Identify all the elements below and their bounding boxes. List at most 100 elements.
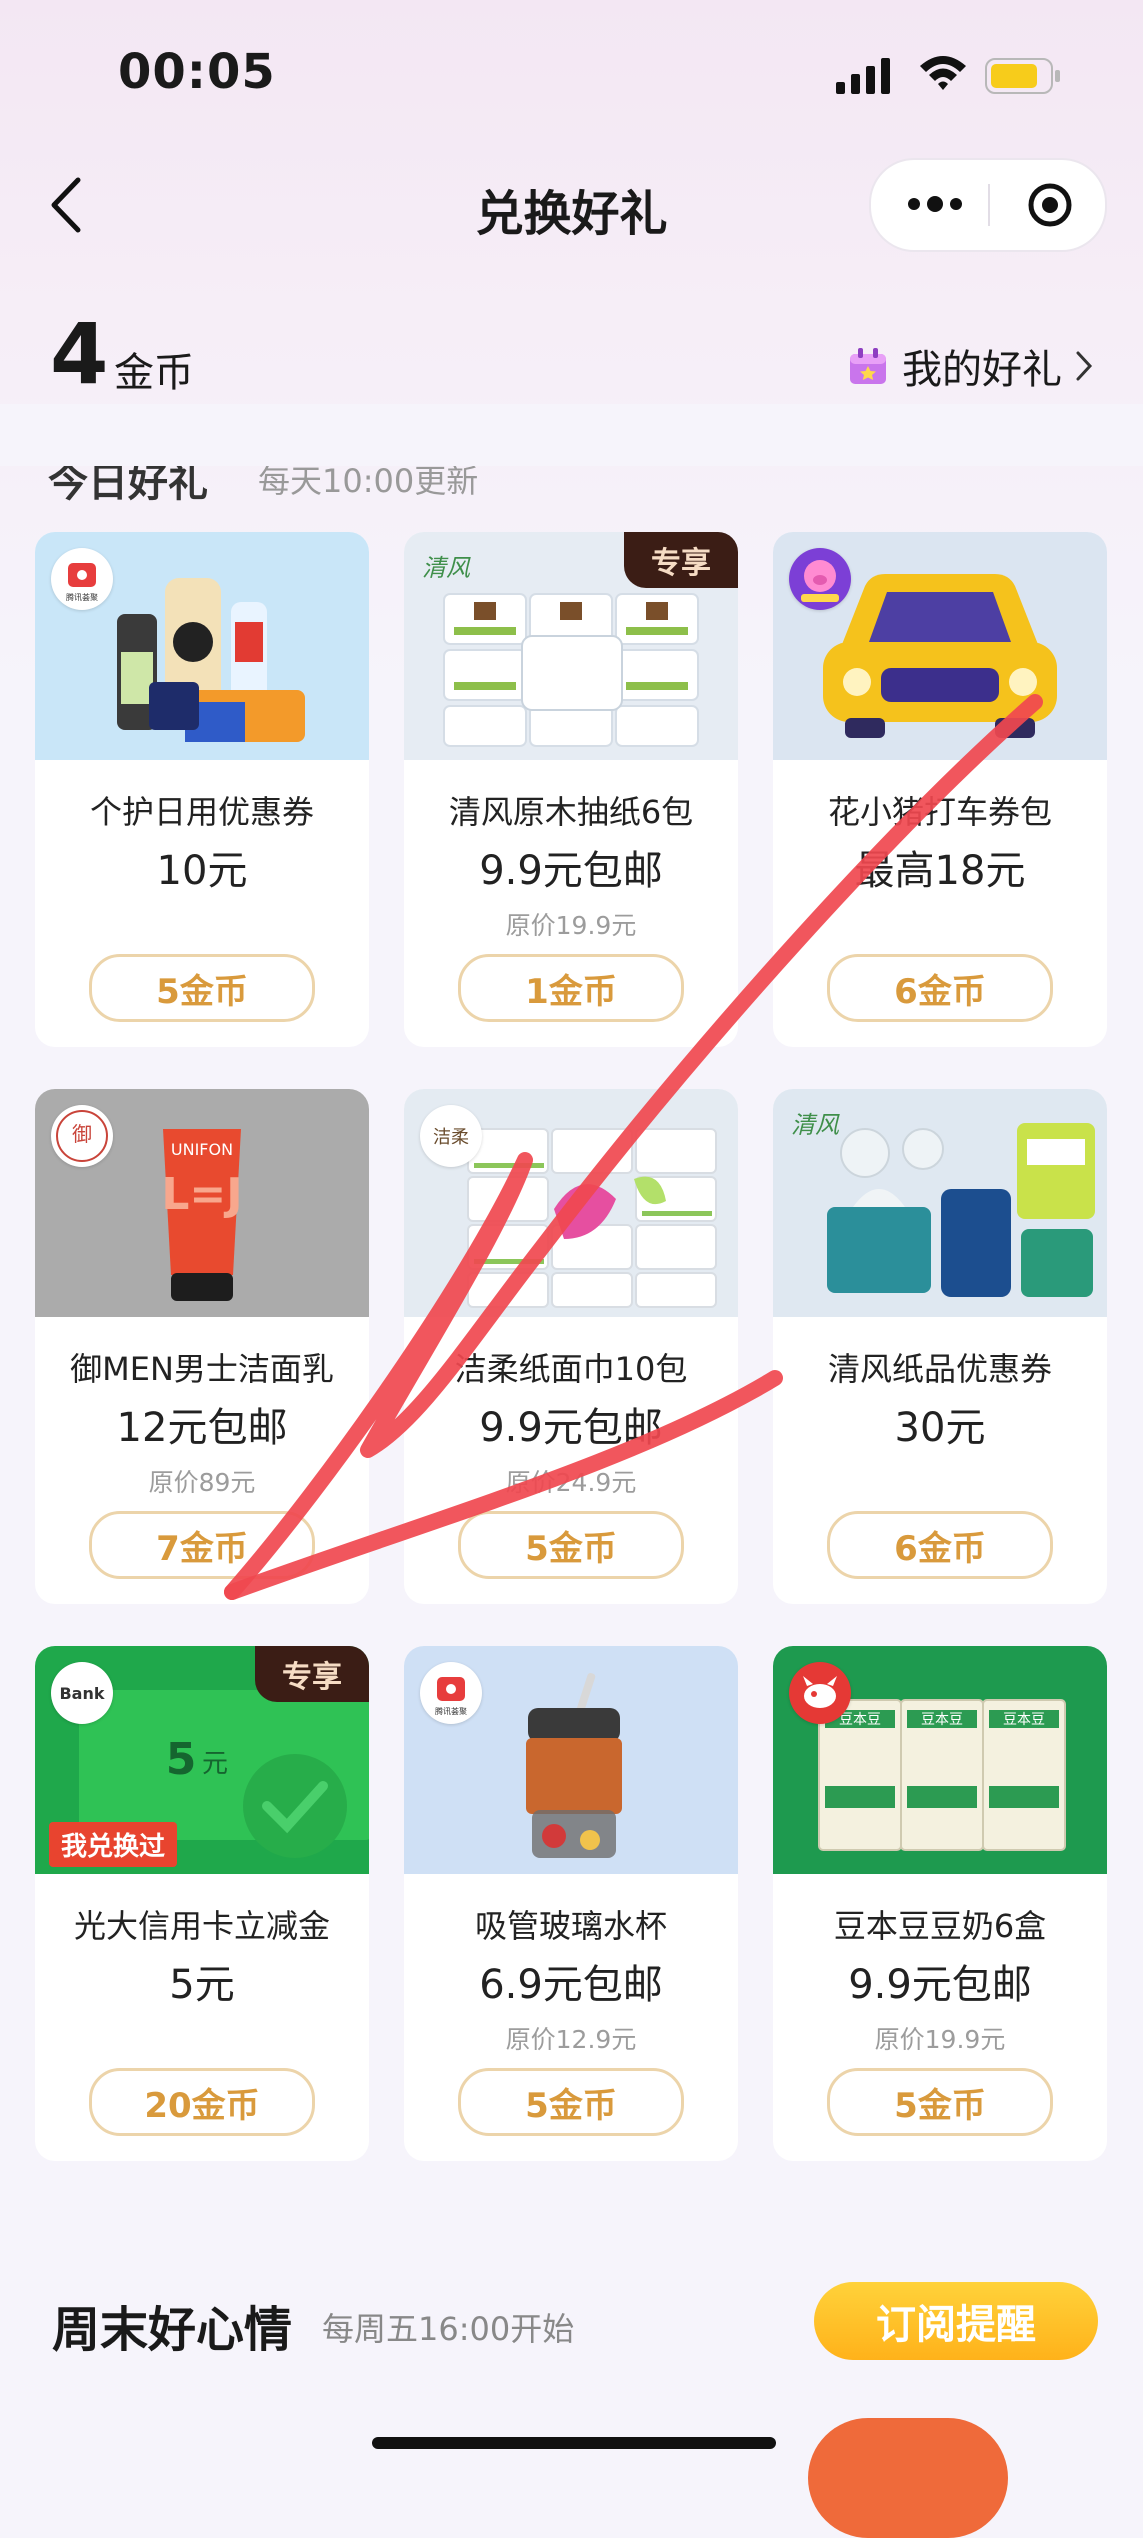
svg-text:洁柔: 洁柔 bbox=[433, 1127, 469, 1148]
product-price: 10元 bbox=[156, 848, 248, 894]
product-price: 5元 bbox=[169, 1962, 235, 2008]
more-icon[interactable] bbox=[905, 186, 965, 222]
redeem-button[interactable]: 5金币 bbox=[458, 2068, 684, 2136]
brand-logo bbox=[789, 548, 851, 610]
product-card[interactable]: 5 元 Bank 我兑换过 专享 光大信用卡立减金 5元 20金币 bbox=[35, 1646, 369, 2161]
svg-text:腾讯荟聚: 腾讯荟聚 bbox=[66, 592, 98, 602]
product-card[interactable]: 腾讯荟聚 吸管玻璃水杯 6.9元包邮 原价12.9元 5金币 bbox=[404, 1646, 738, 2161]
product-name: 洁柔纸面巾10包 bbox=[454, 1350, 688, 1388]
weekend-section-title: 周末好心情 bbox=[52, 2302, 293, 2358]
product-card[interactable]: UNIFON L=J 御 御MEN男士洁面乳 12元包邮 原价89元 7金币 bbox=[35, 1089, 369, 1604]
svg-text:Bank: Bank bbox=[59, 1684, 104, 1703]
svg-text:清风: 清风 bbox=[422, 554, 471, 582]
redeem-button[interactable]: 1金币 bbox=[458, 954, 684, 1022]
brand-logo: 御 bbox=[51, 1105, 113, 1167]
product-name: 豆本豆豆奶6盒 bbox=[833, 1907, 1047, 1945]
product-image: 洁柔 bbox=[404, 1089, 738, 1317]
svg-text:御: 御 bbox=[72, 1122, 92, 1146]
chevron-right-icon bbox=[1076, 351, 1093, 381]
svg-text:豆本豆: 豆本豆 bbox=[1003, 1712, 1045, 1728]
product-name: 清风原木抽纸6包 bbox=[448, 793, 694, 831]
status-bar: 00:05 bbox=[0, 0, 1143, 150]
product-price: 6.9元包邮 bbox=[479, 1962, 663, 2008]
product-image: 清风 bbox=[773, 1089, 1107, 1317]
coin-unit: 金币 bbox=[114, 350, 194, 396]
pig-logo-icon bbox=[801, 560, 839, 602]
product-original-price: 原价24.9元 bbox=[505, 1468, 637, 1497]
redeem-button[interactable]: 6金币 bbox=[827, 954, 1053, 1022]
svg-text:L=J: L=J bbox=[161, 1169, 242, 1220]
product-name: 光大信用卡立减金 bbox=[73, 1907, 330, 1945]
qingfeng-logo-icon: 清风 bbox=[791, 1111, 840, 1139]
svg-text:5: 5 bbox=[166, 1734, 197, 1785]
product-price: 9.9元包邮 bbox=[479, 848, 663, 894]
product-original-price: 原价12.9元 bbox=[505, 2025, 637, 2054]
status-time: 00:05 bbox=[118, 44, 276, 100]
product-card[interactable]: 清风 清风纸品优惠券 30元 6金币 bbox=[773, 1089, 1107, 1604]
exclusive-tag: 专享 bbox=[624, 532, 738, 588]
product-card[interactable]: 清风 专享 清风原木抽纸6包 9.9元包邮 原价19.9元 1金币 bbox=[404, 532, 738, 1047]
brand-logo bbox=[789, 1662, 851, 1724]
exclusive-tag: 专享 bbox=[255, 1646, 369, 1702]
redeem-button[interactable]: 5金币 bbox=[458, 1511, 684, 1579]
nav-bar: 兑换好礼 bbox=[0, 150, 1143, 260]
redeem-button[interactable]: 6金币 bbox=[827, 1511, 1053, 1579]
scroll-clip bbox=[0, 404, 1143, 466]
gift-icon bbox=[850, 348, 886, 384]
brand-logo: Bank bbox=[51, 1662, 113, 1724]
bank-logo-icon: Bank bbox=[59, 1684, 104, 1703]
mini-program-capsule bbox=[869, 158, 1107, 252]
redeem-button[interactable]: 5金币 bbox=[827, 2068, 1053, 2136]
product-card[interactable]: 洁柔 洁柔纸面巾10包 9.9元包邮 原价24.9元 5金币 bbox=[404, 1089, 738, 1604]
tencent-logo-icon: 腾讯荟聚 bbox=[66, 563, 98, 602]
product-image: 清风 专享 bbox=[404, 532, 738, 760]
yumen-logo-icon: 御 bbox=[56, 1110, 108, 1162]
target-icon[interactable] bbox=[1027, 182, 1073, 228]
product-card[interactable]: 腾讯荟聚 个护日用优惠券 10元 5金币 bbox=[35, 532, 369, 1047]
redeem-button[interactable]: 5金币 bbox=[89, 954, 315, 1022]
svg-text:元: 元 bbox=[202, 1749, 228, 1779]
next-item-peek bbox=[808, 2418, 1008, 2538]
redeemed-badge: 我兑换过 bbox=[49, 1822, 178, 1867]
wifi-icon bbox=[920, 56, 966, 90]
brand-logo: 洁柔 bbox=[420, 1105, 482, 1167]
product-image: 5 元 Bank 我兑换过 专享 bbox=[35, 1646, 369, 1874]
product-price: 30元 bbox=[894, 1405, 986, 1451]
product-name: 吸管玻璃水杯 bbox=[474, 1907, 667, 1945]
brand-logo: 腾讯荟聚 bbox=[51, 548, 113, 610]
product-name: 花小猪打车券包 bbox=[827, 793, 1052, 831]
svg-text:清风: 清风 bbox=[791, 1111, 840, 1139]
product-name: 清风纸品优惠券 bbox=[827, 1350, 1052, 1388]
svg-text:UNIFON: UNIFON bbox=[171, 1140, 233, 1159]
redeem-button[interactable]: 7金币 bbox=[89, 1511, 315, 1579]
my-gifts-link[interactable]: 我的好礼 bbox=[848, 338, 1094, 394]
product-original-price: 原价19.9元 bbox=[874, 2025, 1006, 2054]
product-name: 个护日用优惠券 bbox=[89, 793, 314, 831]
home-indicator bbox=[372, 2437, 776, 2449]
battery-icon bbox=[985, 58, 1060, 94]
product-price: 9.9元包邮 bbox=[848, 1962, 1032, 2008]
product-name: 御MEN男士洁面乳 bbox=[70, 1350, 334, 1388]
product-card[interactable]: 花小猪打车券包 最高18元 6金币 bbox=[773, 532, 1107, 1047]
weekend-section-subtitle: 每周五16:00开始 bbox=[322, 2310, 575, 2348]
qingfeng-logo-icon: 清风 bbox=[422, 554, 471, 582]
svg-text:腾讯荟聚: 腾讯荟聚 bbox=[435, 1706, 467, 1716]
redeem-button[interactable]: 20金币 bbox=[89, 2068, 315, 2136]
product-image: UNIFON L=J 御 bbox=[35, 1089, 369, 1317]
signal-icon bbox=[836, 58, 890, 94]
coin-balance: 4 bbox=[50, 305, 109, 403]
product-price: 12元包邮 bbox=[116, 1405, 288, 1451]
product-price: 最高18元 bbox=[854, 848, 1026, 894]
brand-logo: 腾讯荟聚 bbox=[420, 1662, 482, 1724]
product-card[interactable]: 豆本豆 豆本豆 豆本豆 豆本豆豆奶6盒 9.9元包邮 原价19.9元 5金币 bbox=[773, 1646, 1107, 2161]
svg-text:豆本豆: 豆本豆 bbox=[921, 1712, 963, 1728]
brand-logo: 清风 bbox=[418, 546, 488, 590]
product-image bbox=[773, 532, 1107, 760]
jierou-logo-icon: 洁柔 bbox=[433, 1127, 469, 1148]
jd-dog-logo-icon bbox=[803, 1676, 837, 1708]
product-original-price: 原价19.9元 bbox=[505, 911, 637, 940]
capsule-divider bbox=[988, 184, 990, 226]
product-original-price: 原价89元 bbox=[148, 1468, 256, 1497]
brand-logo: 清风 bbox=[787, 1103, 857, 1147]
subscribe-reminder-button[interactable]: 订阅提醒 bbox=[814, 2282, 1098, 2360]
